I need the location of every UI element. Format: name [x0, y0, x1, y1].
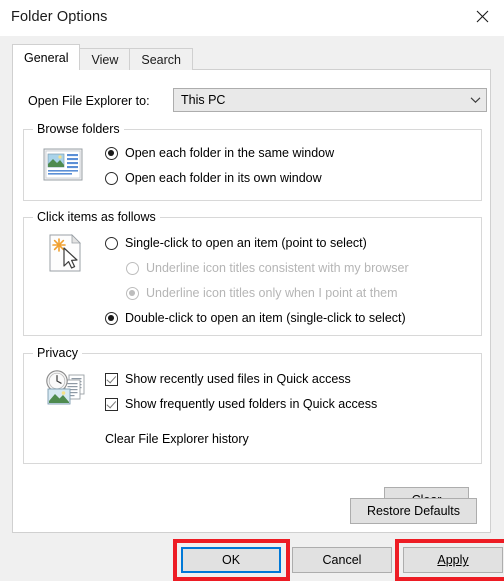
privacy-legend: Privacy [33, 346, 82, 360]
tab-general[interactable]: General [12, 44, 81, 70]
radio-underline-consistent-label: Underline icon titles consistent with my… [146, 261, 409, 275]
radio-indicator [105, 236, 118, 250]
radio-double-click-label: Double-click to open an item (single-cli… [125, 311, 406, 325]
open-file-explorer-selected-value: This PC [181, 93, 226, 107]
radio-open-own-window-label: Open each folder in its own window [125, 171, 322, 185]
checkbox-show-frequent-folders[interactable]: Show frequently used folders in Quick ac… [105, 397, 377, 411]
apply-button-label: Apply [437, 553, 469, 567]
checkbox-indicator [105, 397, 118, 411]
tab-view[interactable]: View [79, 48, 131, 70]
checkbox-indicator [105, 372, 118, 386]
radio-double-click[interactable]: Double-click to open an item (single-cli… [105, 311, 406, 325]
restore-defaults-button[interactable]: Restore Defaults [350, 498, 477, 524]
radio-indicator [105, 311, 118, 325]
browse-folders-legend: Browse folders [33, 122, 124, 136]
apply-button[interactable]: Apply [403, 547, 503, 573]
radio-single-click-label: Single-click to open an item (point to s… [125, 236, 367, 250]
folder-window-preview-icon [40, 145, 86, 187]
privacy-group: Privacy Show recently used files in Quic… [23, 346, 482, 513]
radio-indicator [126, 286, 139, 300]
tab-panel-general: Open File Explorer to: This PC Browse fo… [12, 69, 491, 533]
checkbox-show-frequent-folders-label: Show frequently used folders in Quick ac… [125, 397, 378, 411]
open-file-explorer-label: Open File Explorer to: [28, 94, 150, 108]
tab-search-label: Search [141, 52, 181, 67]
title-bar: Folder Options [0, 0, 504, 37]
browse-folders-group: Browse folders Open each folder in the s… [23, 122, 482, 201]
radio-open-same-window[interactable]: Open each folder in the same window [105, 146, 334, 160]
open-file-explorer-dropdown[interactable]: This PC [173, 88, 487, 112]
radio-single-click[interactable]: Single-click to open an item (point to s… [105, 236, 367, 250]
clock-history-documents-icon [42, 368, 88, 410]
checkbox-show-recent-files[interactable]: Show recently used files in Quick access [105, 372, 351, 386]
radio-open-same-window-label: Open each folder in the same window [125, 146, 335, 160]
checkbox-show-recent-files-label: Show recently used files in Quick access [125, 372, 351, 386]
tab-view-label: View [91, 52, 119, 67]
tab-search[interactable]: Search [129, 48, 193, 70]
radio-open-own-window[interactable]: Open each folder in its own window [105, 171, 322, 185]
radio-indicator [126, 261, 139, 275]
click-items-group: Click items as follows Single-click to o… [23, 210, 482, 336]
radio-indicator [105, 146, 118, 160]
clear-history-label: Clear File Explorer history [105, 432, 249, 446]
radio-underline-on-hover: Underline icon titles only when I point … [126, 286, 398, 300]
window-title: Folder Options [11, 9, 108, 25]
close-button[interactable] [460, 0, 504, 33]
chevron-down-icon [464, 96, 486, 104]
document-click-pointer-icon [44, 232, 90, 274]
click-items-legend: Click items as follows [33, 210, 160, 224]
radio-indicator [105, 171, 118, 185]
close-icon [476, 10, 489, 23]
tab-strip: General View Search [12, 44, 193, 70]
cancel-button[interactable]: Cancel [292, 547, 392, 573]
radio-underline-on-hover-label: Underline icon titles only when I point … [146, 286, 398, 300]
radio-underline-consistent: Underline icon titles consistent with my… [126, 261, 409, 275]
ok-button[interactable]: OK [181, 547, 281, 573]
dialog-body: General View Search Open File Explorer t… [0, 36, 504, 581]
tab-general-label: General [24, 50, 69, 65]
